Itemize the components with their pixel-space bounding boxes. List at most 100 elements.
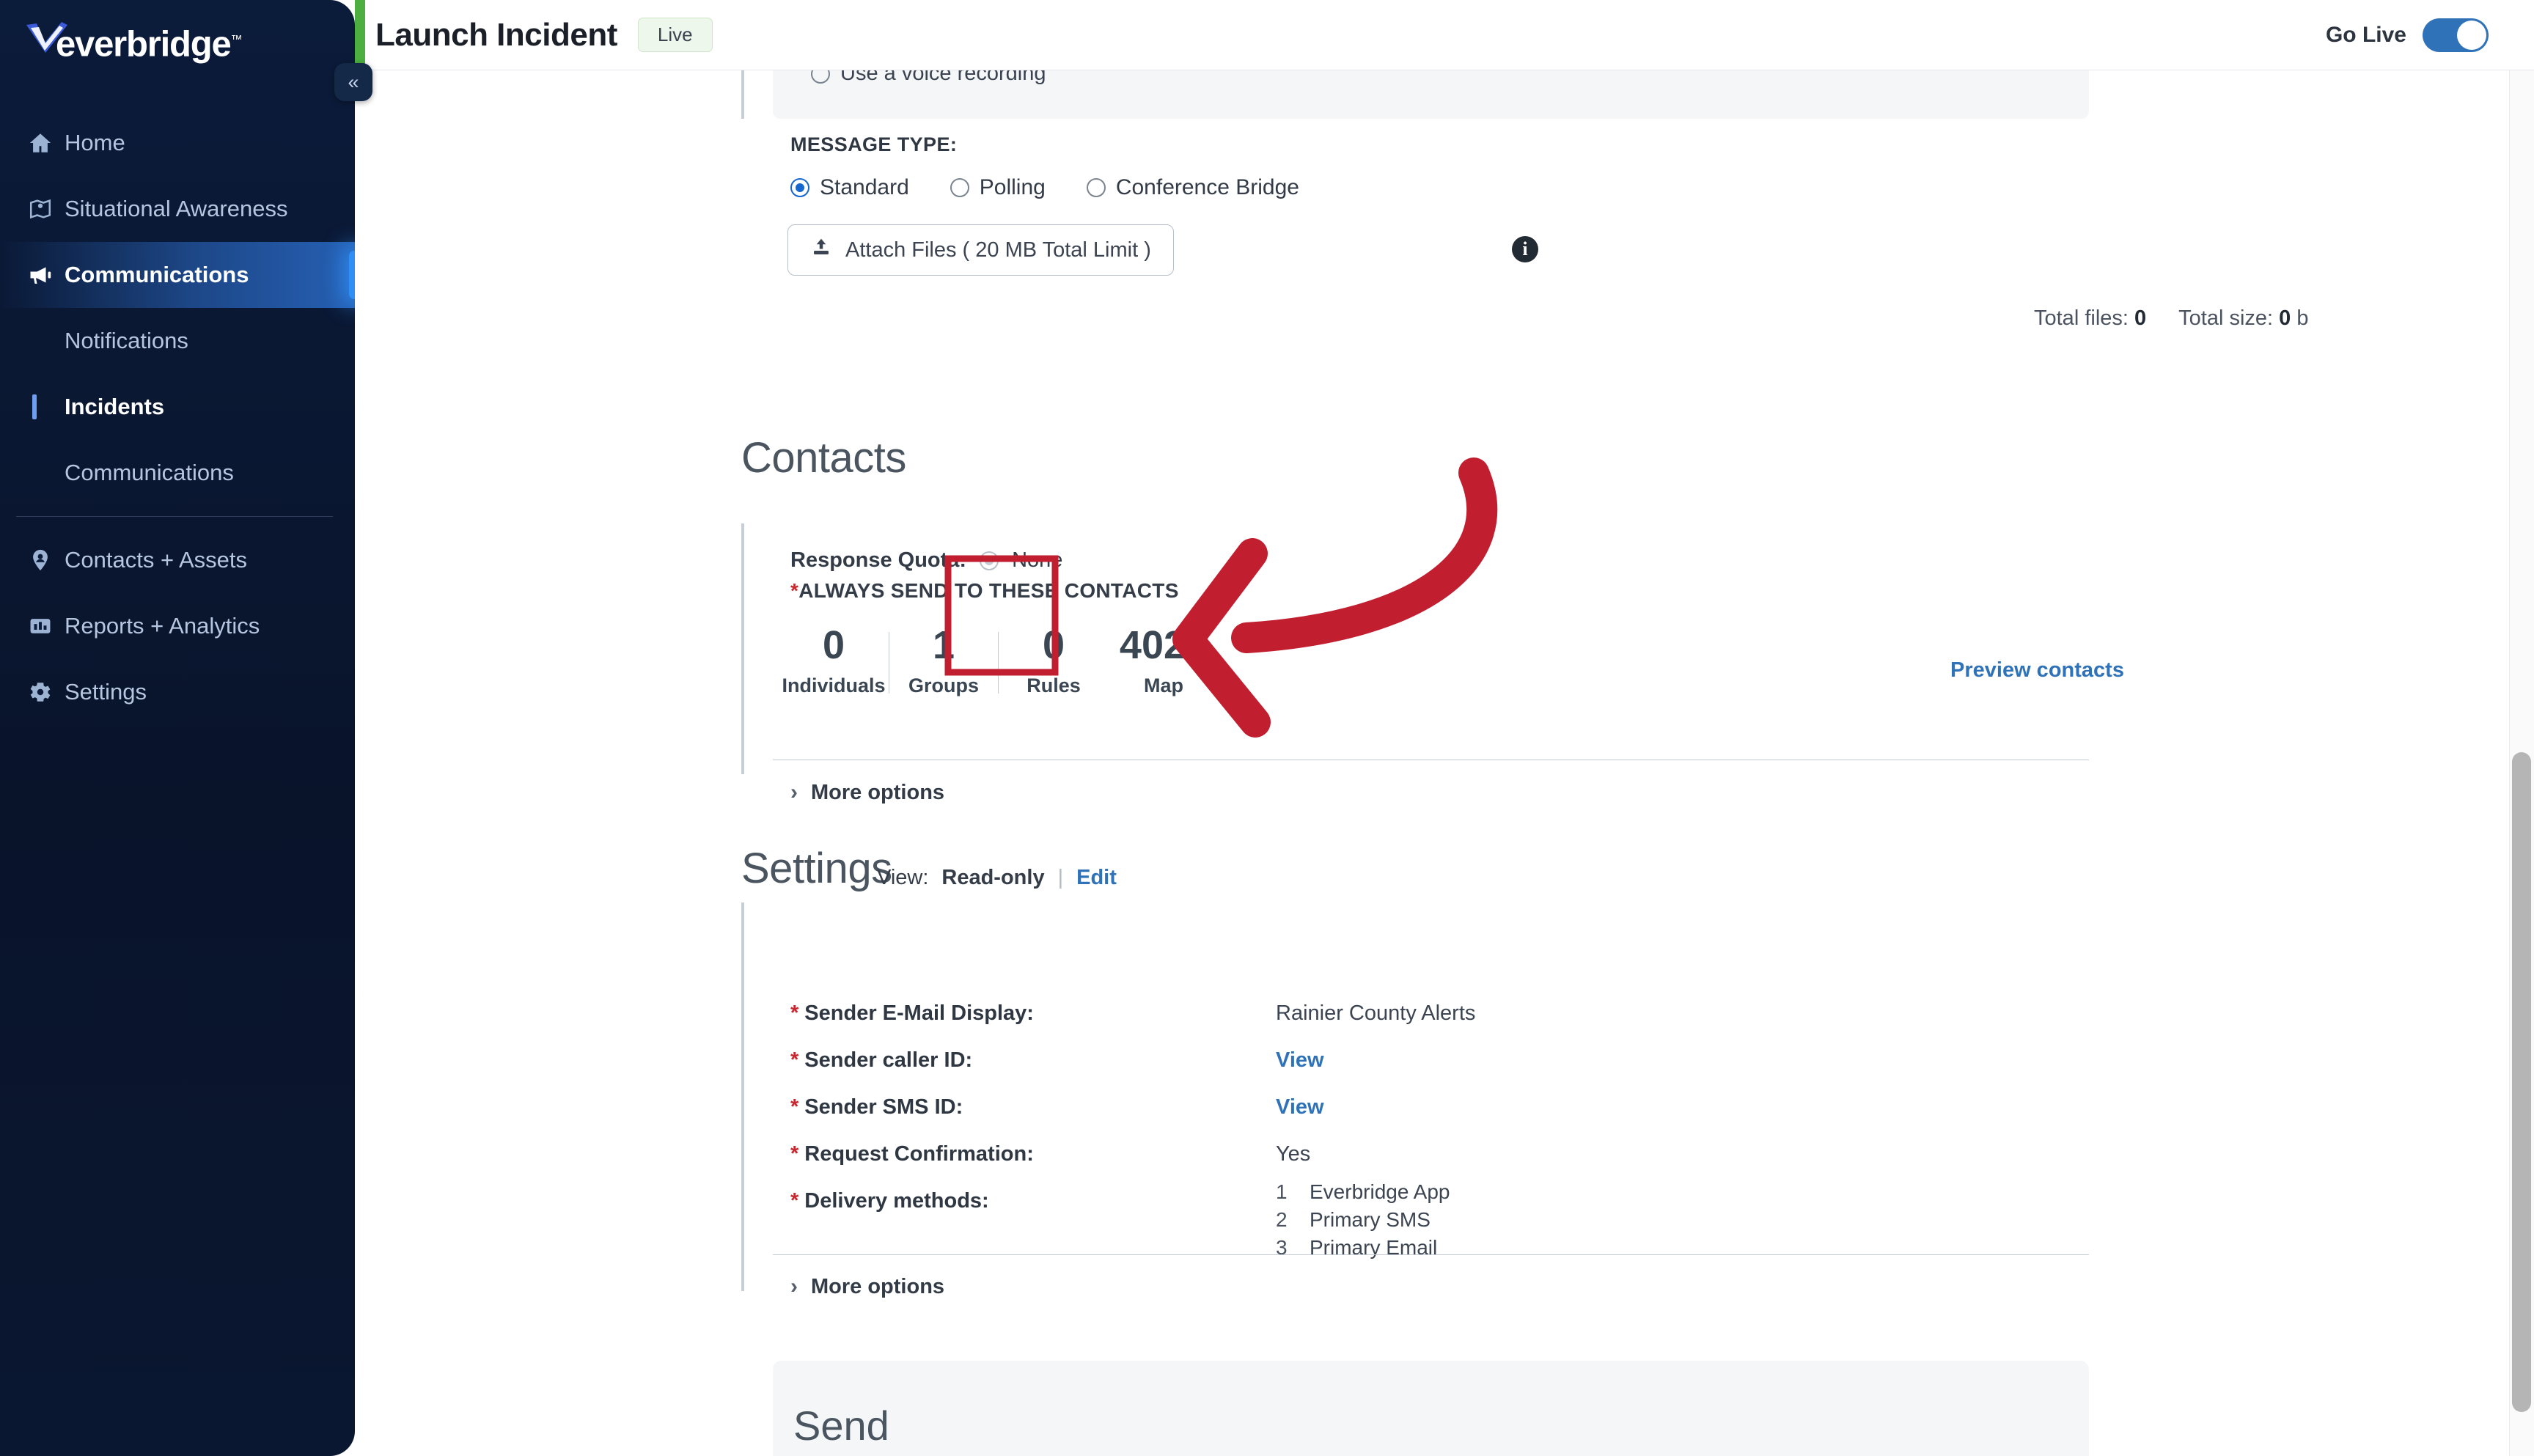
contacts-more-options[interactable]: › More options: [790, 780, 944, 805]
counter-map-label: Map: [1144, 674, 1183, 696]
attach-files-button[interactable]: Attach Files ( 20 MB Total Limit ): [787, 224, 1174, 276]
polling-radio[interactable]: [950, 178, 969, 197]
sidebar-item-label: Home: [65, 130, 125, 155]
total-size-unit: b: [2296, 306, 2309, 330]
response-quota-label: Response Quota:: [790, 548, 967, 572]
delivery-methods-list: 1 Everbridge App 2 Primary SMS 3 Primary…: [1276, 1180, 1450, 1264]
response-quota-none-radio[interactable]: [980, 551, 999, 570]
voice-recording-radio[interactable]: [811, 70, 830, 84]
sidebar-item-communications[interactable]: Communications: [0, 242, 359, 308]
standard-radio[interactable]: [790, 178, 809, 197]
attach-files-label: Attach Files ( 20 MB Total Limit ): [845, 238, 1151, 262]
delivery-method-name: Primary SMS: [1310, 1208, 1431, 1231]
delivery-method-index: 2: [1276, 1208, 1288, 1231]
required-asterisk: *: [790, 579, 799, 602]
sidebar-subitem-label: Incidents: [65, 394, 165, 419]
settings-edit-link[interactable]: Edit: [1076, 866, 1117, 890]
delivery-method-index: 3: [1276, 1236, 1288, 1259]
sidebar-divider: [16, 516, 333, 517]
sender-sms-id-view-link[interactable]: View: [1276, 1095, 1324, 1119]
megaphone-icon: [16, 262, 65, 288]
settings-divider: [773, 1254, 2089, 1255]
contact-counters: 0 Individuals 1 Groups 0 Rules 4023 Map: [779, 622, 1219, 697]
total-size-label: Total size:: [2178, 306, 2274, 330]
everbridge-logo[interactable]: everbridge™: [21, 15, 255, 66]
total-size-value: 0: [2279, 306, 2291, 330]
voice-recording-label: Use a voice recording: [840, 70, 1046, 85]
info-icon[interactable]: i: [1512, 236, 1538, 262]
sender-email-value: Rainier County Alerts: [1276, 1001, 1476, 1025]
sidebar-subitem-communications[interactable]: Communications: [0, 440, 355, 506]
always-send-note: *ALWAYS SEND TO THESE CONTACTS: [790, 579, 1179, 603]
sidebar-item-situational-awareness[interactable]: Situational Awareness: [0, 176, 355, 242]
always-send-text: ALWAYS SEND TO THESE CONTACTS: [798, 579, 1179, 602]
view-mode: Read-only: [941, 866, 1045, 889]
delivery-method-index: 1: [1276, 1180, 1288, 1203]
required-asterisk: *: [790, 1048, 799, 1072]
settings-more-options[interactable]: › More options: [790, 1274, 944, 1299]
settings-more-options-label: More options: [811, 1274, 945, 1298]
status-badge: Live: [637, 18, 713, 52]
delivery-method-name: Everbridge App: [1310, 1180, 1450, 1203]
sender-caller-id-view-link[interactable]: View: [1276, 1048, 1324, 1073]
vertical-scrollbar-track[interactable]: [2509, 70, 2534, 1456]
message-type-label: MESSAGE TYPE:: [790, 133, 958, 155]
delivery-method-name: Primary Email: [1310, 1236, 1438, 1259]
counter-rules-label: Rules: [1027, 674, 1081, 696]
sidebar-item-label: Communications: [65, 262, 249, 287]
counter-rules-value: 0: [1042, 623, 1065, 667]
counter-groups-label: Groups: [908, 674, 979, 696]
total-files-value: 0: [2134, 306, 2147, 330]
attachment-totals: Total files: 0 Total size: 0 b: [2034, 306, 2309, 331]
main-content: Use a voice recording MESSAGE TYPE: Stan…: [355, 70, 2534, 1456]
message-type-conference-bridge[interactable]: Conference Bridge: [1086, 175, 1299, 200]
counter-individuals-value: 0: [822, 623, 845, 667]
sender-email-label: * Sender E-Mail Display:: [790, 1001, 1034, 1025]
counter-individuals[interactable]: 0 Individuals: [779, 622, 889, 697]
page-title: Launch Incident: [375, 16, 617, 53]
delivery-methods-label: * Delivery methods:: [790, 1189, 989, 1213]
go-live-toggle[interactable]: [2423, 18, 2489, 52]
section-rail-contacts: [741, 523, 744, 774]
contacts-heading: Contacts: [741, 434, 906, 482]
counter-rules[interactable]: 0 Rules: [999, 622, 1109, 697]
contacts-more-options-label: More options: [811, 780, 945, 804]
message-type-label-standard: Standard: [820, 175, 909, 199]
counter-individuals-label: Individuals: [782, 674, 886, 696]
sidebar-item-label: Contacts + Assets: [65, 547, 247, 573]
response-quota-row: Response Quota: None: [790, 548, 1062, 573]
message-type-standard[interactable]: Standard: [790, 175, 909, 200]
message-type-label-polling: Polling: [979, 175, 1046, 199]
toggle-knob: [2457, 20, 2486, 50]
list-item: 1 Everbridge App: [1276, 1180, 1450, 1204]
sidebar-item-contacts-assets[interactable]: Contacts + Assets: [0, 527, 355, 593]
settings-heading: Settings: [741, 845, 892, 892]
sidebar-item-home[interactable]: Home: [0, 110, 355, 176]
counter-groups[interactable]: 1 Groups: [889, 622, 999, 697]
go-live-control[interactable]: Go Live: [2326, 18, 2489, 52]
sidebar-nav: Home Situational Awareness Communication…: [0, 110, 359, 725]
required-asterisk: *: [790, 1095, 799, 1119]
sidebar-item-settings[interactable]: Settings: [0, 659, 355, 725]
vertical-scrollbar-thumb[interactable]: [2512, 752, 2531, 1412]
voice-recording-option[interactable]: Use a voice recording: [811, 70, 1046, 86]
counter-groups-value: 1: [932, 623, 955, 667]
gear-icon: [16, 680, 65, 705]
sidebar-item-label: Settings: [65, 679, 147, 705]
settings-view-meta: View: Read-only | Edit: [877, 866, 1117, 890]
sidebar-subitem-label: Communications: [65, 460, 234, 485]
required-asterisk: *: [790, 1142, 799, 1166]
status-accent-bar: [355, 0, 365, 70]
sidebar-collapse-icon[interactable]: «: [334, 63, 372, 101]
preview-contacts-link[interactable]: Preview contacts: [1950, 658, 2124, 683]
sidebar-item-reports-analytics[interactable]: Reports + Analytics: [0, 593, 355, 659]
chevron-right-icon: ›: [790, 1274, 798, 1298]
response-quota-value: None: [1012, 548, 1063, 572]
conference-bridge-radio[interactable]: [1086, 178, 1106, 197]
sidebar-subitem-incidents[interactable]: Incidents: [0, 374, 355, 440]
top-bar: Launch Incident Live Go Live: [355, 0, 2534, 70]
sidebar-subitem-notifications[interactable]: Notifications: [0, 308, 355, 374]
message-type-polling[interactable]: Polling: [950, 175, 1046, 200]
counter-map[interactable]: 4023 Map: [1109, 622, 1219, 697]
request-confirmation-label: * Request Confirmation:: [790, 1142, 1034, 1166]
